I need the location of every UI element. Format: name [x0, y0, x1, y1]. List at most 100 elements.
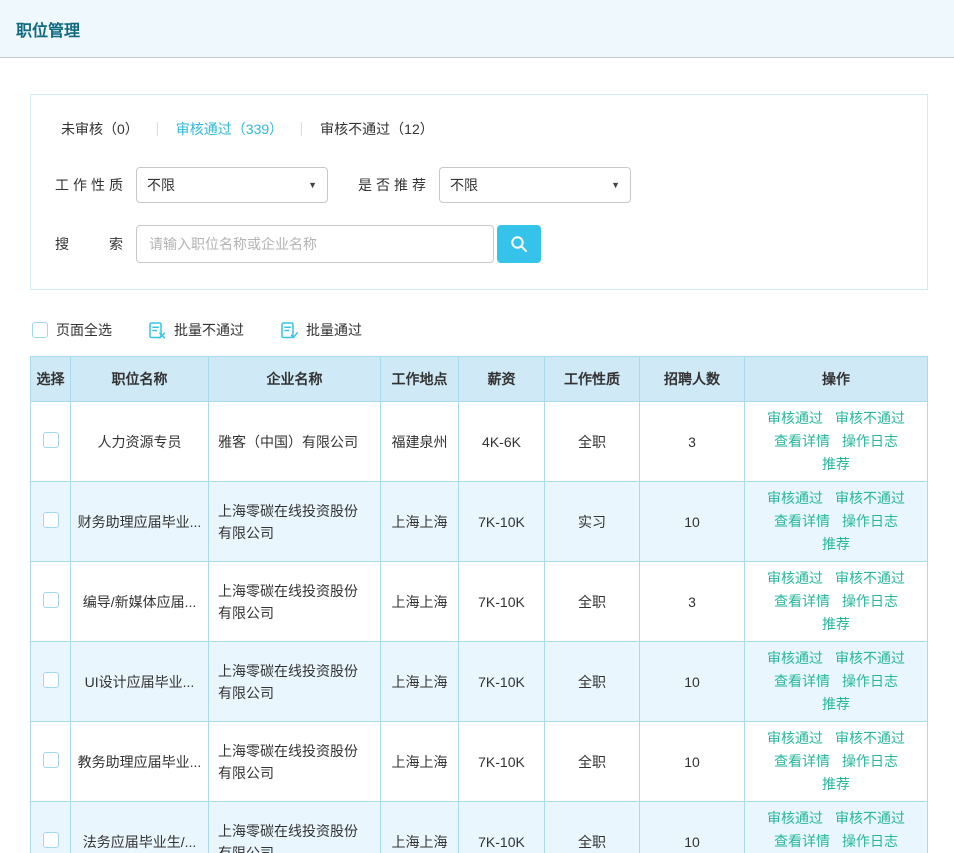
operation-log-link[interactable]: 操作日志: [842, 430, 898, 453]
salary-cell: 7K-10K: [459, 562, 545, 642]
recommend-link[interactable]: 推荐: [822, 453, 850, 476]
reject-link[interactable]: 审核不通过: [835, 647, 905, 670]
company-cell: 上海零碳在线投资股份有限公司: [209, 802, 381, 853]
operation-log-link[interactable]: 操作日志: [842, 830, 898, 853]
count-cell: 3: [640, 402, 745, 482]
location-cell: 上海上海: [381, 722, 459, 802]
recommend-link[interactable]: 推荐: [822, 613, 850, 636]
nature-cell: 全职: [545, 722, 640, 802]
filter-row-search: 搜索: [55, 225, 903, 263]
location-cell: 上海上海: [381, 562, 459, 642]
company-cell: 雅客（中国）有限公司: [209, 402, 381, 482]
search-icon: [509, 234, 529, 254]
approve-link[interactable]: 审核通过: [767, 727, 823, 750]
operation-log-link[interactable]: 操作日志: [842, 590, 898, 613]
reject-link[interactable]: 审核不通过: [835, 567, 905, 590]
company-cell: 上海零碳在线投资股份有限公司: [209, 562, 381, 642]
row-actions: 审核通过 审核不通过 查看详情 操作日志 推荐: [745, 647, 927, 716]
work-nature-select[interactable]: 不限 ▼: [136, 167, 328, 203]
row-checkbox[interactable]: [43, 512, 59, 528]
page-header: 职位管理: [0, 0, 954, 58]
tab-approved[interactable]: 审核通过（339）: [176, 119, 283, 139]
company-cell: 上海零碳在线投资股份有限公司: [209, 482, 381, 562]
batch-approve-icon: [280, 321, 299, 340]
row-actions: 审核通过 审核不通过 查看详情 操作日志 推荐: [745, 487, 927, 556]
reject-link[interactable]: 审核不通过: [835, 727, 905, 750]
select-all-checkbox[interactable]: [32, 322, 48, 338]
positions-table: 选择 职位名称 企业名称 工作地点 薪资 工作性质 招聘人数 操作 人力资源专员…: [30, 356, 928, 853]
nature-cell: 全职: [545, 402, 640, 482]
row-checkbox[interactable]: [43, 432, 59, 448]
chevron-down-icon: ▼: [308, 180, 317, 190]
row-actions: 审核通过 审核不通过 查看详情 操作日志 推荐: [745, 807, 927, 853]
view-details-link[interactable]: 查看详情: [774, 750, 830, 773]
header-company: 企业名称: [209, 357, 381, 402]
salary-cell: 7K-10K: [459, 642, 545, 722]
count-cell: 10: [640, 642, 745, 722]
header-select: 选择: [31, 357, 71, 402]
table-row: 人力资源专员 雅客（中国）有限公司 福建泉州 4K-6K 全职 3 审核通过 审…: [31, 402, 928, 482]
operation-log-link[interactable]: 操作日志: [842, 670, 898, 693]
recommend-value: 不限: [450, 175, 478, 195]
row-checkbox[interactable]: [43, 672, 59, 688]
recommend-link[interactable]: 推荐: [822, 693, 850, 716]
nature-cell: 全职: [545, 642, 640, 722]
search-input[interactable]: [136, 225, 494, 263]
company-cell: 上海零碳在线投资股份有限公司: [209, 722, 381, 802]
table-row: 财务助理应届毕业... 上海零碳在线投资股份有限公司 上海上海 7K-10K 实…: [31, 482, 928, 562]
search-button[interactable]: [497, 225, 541, 263]
recommend-link[interactable]: 推荐: [822, 773, 850, 796]
view-details-link[interactable]: 查看详情: [774, 830, 830, 853]
row-checkbox[interactable]: [43, 752, 59, 768]
approve-link[interactable]: 审核通过: [767, 647, 823, 670]
row-checkbox[interactable]: [43, 592, 59, 608]
row-actions: 审核通过 审核不通过 查看详情 操作日志 推荐: [745, 727, 927, 796]
batch-reject-label: 批量不通过: [174, 320, 244, 340]
nature-cell: 全职: [545, 802, 640, 853]
reject-link[interactable]: 审核不通过: [835, 407, 905, 430]
company-cell: 上海零碳在线投资股份有限公司: [209, 642, 381, 722]
location-cell: 上海上海: [381, 642, 459, 722]
chevron-down-icon: ▼: [611, 180, 620, 190]
count-cell: 10: [640, 722, 745, 802]
reject-link[interactable]: 审核不通过: [835, 807, 905, 830]
header-actions: 操作: [745, 357, 928, 402]
header-position: 职位名称: [71, 357, 209, 402]
page-title: 职位管理: [16, 17, 80, 41]
tab-unreviewed[interactable]: 未审核（0）: [61, 119, 139, 139]
count-cell: 3: [640, 562, 745, 642]
batch-approve-button[interactable]: 批量通过: [280, 320, 362, 340]
select-all-control[interactable]: 页面全选: [32, 320, 112, 340]
view-details-link[interactable]: 查看详情: [774, 510, 830, 533]
row-checkbox[interactable]: [43, 832, 59, 848]
view-details-link[interactable]: 查看详情: [774, 590, 830, 613]
work-nature-label: 工作性质: [55, 175, 123, 195]
table-row: 教务助理应届毕业... 上海零碳在线投资股份有限公司 上海上海 7K-10K 全…: [31, 722, 928, 802]
recommend-label: 是否推荐: [358, 175, 426, 195]
approve-link[interactable]: 审核通过: [767, 807, 823, 830]
row-actions: 审核通过 审核不通过 查看详情 操作日志 推荐: [745, 567, 927, 636]
approve-link[interactable]: 审核通过: [767, 487, 823, 510]
position-cell: UI设计应届毕业...: [71, 642, 209, 722]
work-nature-value: 不限: [147, 175, 175, 195]
tab-rejected[interactable]: 审核不通过（12）: [320, 119, 434, 139]
count-cell: 10: [640, 482, 745, 562]
operation-log-link[interactable]: 操作日志: [842, 510, 898, 533]
batch-reject-button[interactable]: 批量不通过: [148, 320, 244, 340]
view-details-link[interactable]: 查看详情: [774, 670, 830, 693]
tab-divider: [157, 122, 158, 136]
bulk-actions-bar: 页面全选 批量不通过 批量通过: [32, 320, 928, 340]
batch-reject-icon: [148, 321, 167, 340]
recommend-link[interactable]: 推荐: [822, 533, 850, 556]
position-cell: 教务助理应届毕业...: [71, 722, 209, 802]
salary-cell: 7K-10K: [459, 722, 545, 802]
position-cell: 法务应届毕业生/...: [71, 802, 209, 853]
operation-log-link[interactable]: 操作日志: [842, 750, 898, 773]
approve-link[interactable]: 审核通过: [767, 407, 823, 430]
reject-link[interactable]: 审核不通过: [835, 487, 905, 510]
approve-link[interactable]: 审核通过: [767, 567, 823, 590]
position-cell: 人力资源专员: [71, 402, 209, 482]
row-actions: 审核通过 审核不通过 查看详情 操作日志 推荐: [745, 407, 927, 476]
recommend-select[interactable]: 不限 ▼: [439, 167, 631, 203]
view-details-link[interactable]: 查看详情: [774, 430, 830, 453]
